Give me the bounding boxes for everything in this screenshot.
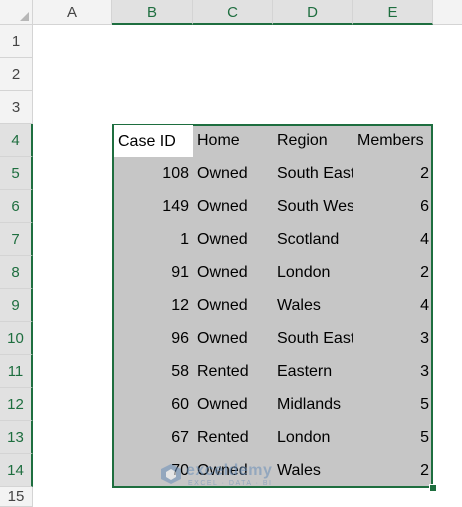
cell-home[interactable]: Rented bbox=[193, 355, 273, 388]
column-header-b[interactable]: B bbox=[112, 0, 193, 25]
cell-region[interactable]: Midlands bbox=[273, 388, 353, 421]
cell-members[interactable]: 5 bbox=[353, 388, 433, 421]
cell-case-id[interactable]: 108 bbox=[112, 157, 193, 190]
cell-members[interactable]: 5 bbox=[353, 421, 433, 454]
cell-case-id[interactable]: 60 bbox=[112, 388, 193, 421]
header-region[interactable]: Region bbox=[273, 124, 353, 157]
cell-region[interactable]: Eastern bbox=[273, 355, 353, 388]
row-header-2[interactable]: 2 bbox=[0, 58, 33, 91]
header-home[interactable]: Home bbox=[193, 124, 273, 157]
cell-members[interactable]: 4 bbox=[353, 223, 433, 256]
row-header-3[interactable]: 3 bbox=[0, 91, 33, 124]
cell-case-id[interactable]: 70 bbox=[112, 454, 193, 487]
column-header-e[interactable]: E bbox=[353, 0, 433, 25]
column-header-a[interactable]: A bbox=[33, 0, 112, 25]
row-header-1[interactable]: 1 bbox=[0, 25, 33, 58]
row-header-6[interactable]: 6 bbox=[0, 190, 33, 223]
cell-home[interactable]: Rented bbox=[193, 421, 273, 454]
row-header-4[interactable]: 4 bbox=[0, 124, 33, 157]
cell-region[interactable]: South Wes bbox=[273, 190, 353, 223]
cell-region[interactable]: South East bbox=[273, 157, 353, 190]
column-header-c[interactable]: C bbox=[193, 0, 273, 25]
cell-region[interactable]: Wales bbox=[273, 454, 353, 487]
cell-members[interactable]: 4 bbox=[353, 289, 433, 322]
row-header-12[interactable]: 12 bbox=[0, 388, 33, 421]
row-header-5[interactable]: 5 bbox=[0, 157, 33, 190]
cell-home[interactable]: Owned bbox=[193, 388, 273, 421]
cell-case-id[interactable]: 1 bbox=[112, 223, 193, 256]
column-header-f[interactable] bbox=[433, 0, 462, 25]
select-all-corner[interactable] bbox=[0, 0, 33, 25]
cell-members[interactable]: 6 bbox=[353, 190, 433, 223]
cell-case-id[interactable]: 96 bbox=[112, 322, 193, 355]
cell-case-id[interactable]: 149 bbox=[112, 190, 193, 223]
cell-case-id[interactable]: 12 bbox=[112, 289, 193, 322]
cell-members[interactable]: 2 bbox=[353, 256, 433, 289]
cell-home[interactable]: Owned bbox=[193, 289, 273, 322]
cell-case-id[interactable]: 67 bbox=[112, 421, 193, 454]
cell-region[interactable]: South East bbox=[273, 322, 353, 355]
cell-home[interactable]: Owned bbox=[193, 454, 273, 487]
row-header-15[interactable]: 15 bbox=[0, 487, 33, 507]
active-cell-case-id-header[interactable]: Case ID bbox=[114, 125, 193, 157]
cell-region[interactable]: Wales bbox=[273, 289, 353, 322]
cell-region[interactable]: Scotland bbox=[273, 223, 353, 256]
row-header-10[interactable]: 10 bbox=[0, 322, 33, 355]
column-header-d[interactable]: D bbox=[273, 0, 353, 25]
cell-home[interactable]: Owned bbox=[193, 157, 273, 190]
cell-home[interactable]: Owned bbox=[193, 190, 273, 223]
cell-region[interactable]: London bbox=[273, 421, 353, 454]
cell-members[interactable]: 3 bbox=[353, 322, 433, 355]
fill-handle[interactable] bbox=[429, 484, 437, 492]
cell-members[interactable]: 2 bbox=[353, 157, 433, 190]
select-all-triangle-icon bbox=[20, 12, 29, 21]
row-header-13[interactable]: 13 bbox=[0, 421, 33, 454]
cell-case-id[interactable]: 58 bbox=[112, 355, 193, 388]
cell-home[interactable]: Owned bbox=[193, 223, 273, 256]
row-header-11[interactable]: 11 bbox=[0, 355, 33, 388]
cell-members[interactable]: 3 bbox=[353, 355, 433, 388]
cell-members[interactable]: 2 bbox=[353, 454, 433, 487]
cell-home[interactable]: Owned bbox=[193, 256, 273, 289]
cell-region[interactable]: London bbox=[273, 256, 353, 289]
row-header-7[interactable]: 7 bbox=[0, 223, 33, 256]
row-header-8[interactable]: 8 bbox=[0, 256, 33, 289]
header-members[interactable]: Members bbox=[353, 124, 431, 157]
cell-home[interactable]: Owned bbox=[193, 322, 273, 355]
row-header-9[interactable]: 9 bbox=[0, 289, 33, 322]
cell-case-id[interactable]: 91 bbox=[112, 256, 193, 289]
row-header-14[interactable]: 14 bbox=[0, 454, 33, 487]
